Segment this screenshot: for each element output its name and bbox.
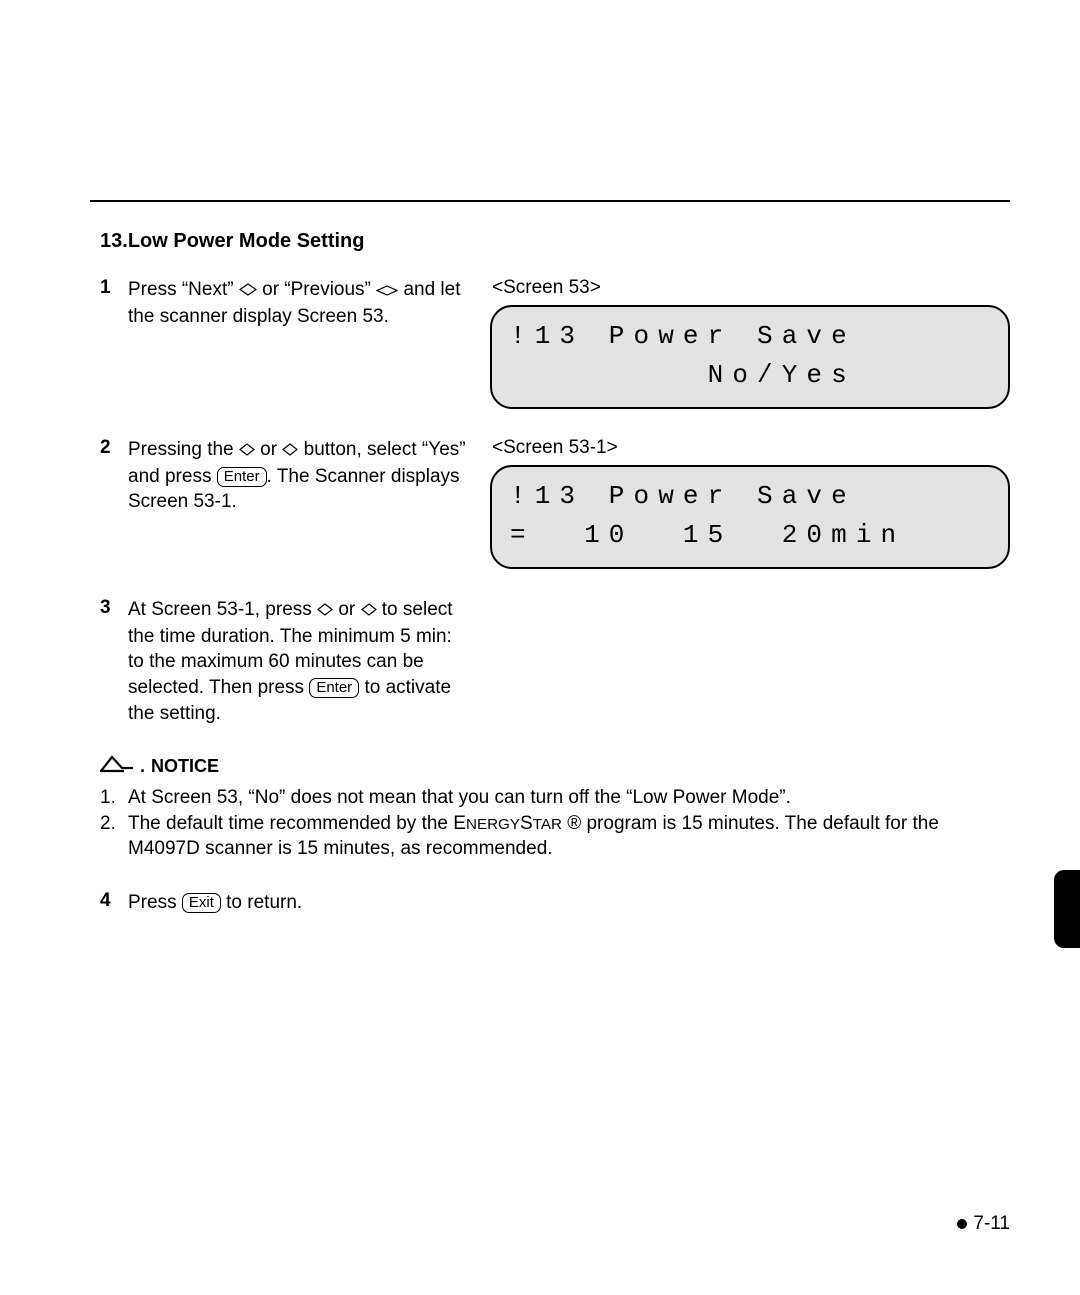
lcd-screen-53-1: !13 Power Save = 10 15 20min [490,465,1010,569]
section-title-text: Low Power Mode Setting [128,230,365,252]
step-1-text-b: or “Previous” [257,279,376,300]
section-title: 13.Low Power Mode Setting [100,230,1010,253]
step-2-text-b: or [255,439,282,460]
notice-1-text: At Screen 53, “No” does not mean that yo… [128,785,791,811]
page-number-text: 7-11 [973,1213,1010,1235]
step-3-text-a: At Screen 53-1, press [128,599,317,620]
step-4-number: 4 [100,890,128,912]
diamond-icon [317,598,333,624]
step-2-text: Pressing the or button, select “Yes” and… [128,437,470,515]
previous-diamond-icon [376,278,398,304]
notice-dot: . [140,756,145,777]
diamond-icon [282,438,298,464]
enter-key-icon: Enter [217,467,267,487]
lcd-53-line-1: !13 Power Save [510,317,990,356]
diamond-icon [239,438,255,464]
step-2-text-a: Pressing the [128,439,239,460]
notice-label: NOTICE [151,756,219,777]
notice-2-text: The default time recommended by the ENER… [128,811,1010,862]
step-1-text: Press “Next” or “Previous” and let the s… [128,277,470,329]
step-4-text: Press Exit to return. [128,890,302,916]
step-1-number: 1 [100,277,128,299]
step-2-number: 2 [100,437,128,459]
step-1-text-a: Press “Next” [128,279,239,300]
side-tab-marker [1054,870,1080,948]
exit-key-icon: Exit [182,893,221,913]
diamond-icon [361,598,377,624]
section-number: 13. [100,230,128,252]
step-4-text-b: to return. [221,892,302,913]
horizontal-rule [90,200,1010,202]
page-number: 7-11 [957,1213,1010,1235]
next-diamond-icon [239,278,257,304]
step-4-text-a: Press [128,892,182,913]
lcd-53-1-line-2: = 10 15 20min [510,516,990,555]
screen-53-1-label: <Screen 53-1> [492,437,1010,459]
lcd-53-line-2: No/Yes [510,356,990,395]
notice-1-number: 1. [100,785,128,811]
notice-2-number: 2. [100,811,128,862]
bullet-icon [957,1219,967,1229]
step-3-text-b: or [333,599,360,620]
enter-key-icon: Enter [309,678,359,698]
step-3-number: 3 [100,597,128,619]
step-3-text: At Screen 53-1, press or to select the t… [128,597,470,726]
notice-icon [100,754,134,779]
energystar-text: ENERGYSTAR [453,813,562,834]
screen-53-label: <Screen 53> [492,277,1010,299]
notice-2-text-a: The default time recommended by the [128,813,453,834]
lcd-screen-53: !13 Power Save No/Yes [490,305,1010,409]
lcd-53-1-line-1: !13 Power Save [510,477,990,516]
notice-list: 1. At Screen 53, “No” does not mean that… [100,785,1010,862]
